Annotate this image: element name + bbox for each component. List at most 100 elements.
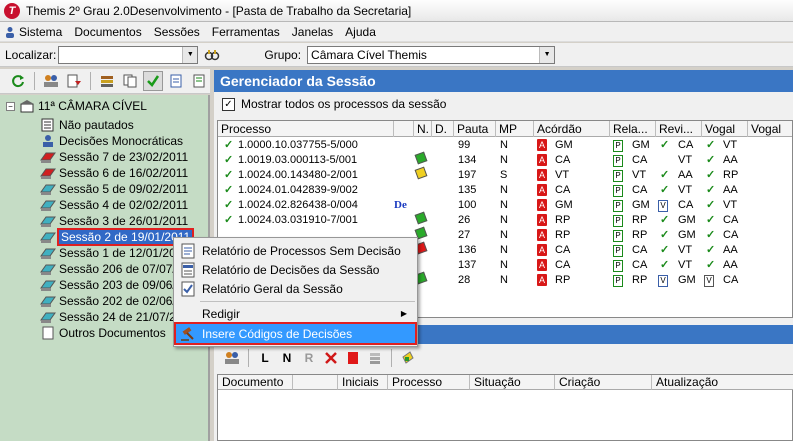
tree-item[interactable]: Sessão 24 de 21/07/20	[40, 309, 182, 325]
transfer-button[interactable]	[64, 71, 84, 91]
column-criacao[interactable]: Criação	[555, 375, 652, 390]
checklist-button[interactable]	[166, 71, 186, 91]
tree-item[interactable]: Sessão 203 de 09/06/2	[40, 277, 182, 293]
table-row[interactable]: ✓ 1.0024.03.031910-7/001 26 N A RP P RP ✓ GM ✓ CA	[218, 211, 792, 228]
column-pauta[interactable]: Pauta	[454, 121, 496, 137]
stack-gray-button[interactable]	[366, 349, 384, 367]
processo-cell: 1.0000.10.037755-5/000	[238, 139, 358, 151]
chevron-down-icon[interactable]: ▼	[539, 46, 555, 63]
tree-root[interactable]: − 11ª CÂMARA CÍVEL	[6, 98, 147, 114]
tree-item[interactable]: Sessão 202 de 02/06/2	[40, 293, 182, 309]
show-all-checkbox[interactable]: ✓	[222, 97, 235, 111]
r-button[interactable]: R	[300, 349, 318, 367]
column-n[interactable]: N.	[414, 121, 432, 137]
vogal-cell: CA	[723, 214, 739, 226]
tree-item-label: Sessão 7 de 23/02/2011	[59, 150, 189, 164]
add-document-button[interactable]	[223, 349, 241, 367]
tree-item[interactable]: Sessão 1 de 12/01/20	[40, 245, 176, 261]
column-iniciais[interactable]: Iniciais	[338, 375, 388, 390]
revisor-cell: VT	[678, 184, 693, 196]
menu-ajuda[interactable]: Ajuda	[339, 25, 382, 39]
menu-sistema[interactable]: Sistema	[0, 25, 68, 39]
column-processo[interactable]: Processo	[218, 121, 394, 137]
grupo-select[interactable]: Câmara Cível Themis ▼	[307, 45, 556, 64]
vogal-cell: AA	[723, 184, 738, 196]
chevron-down-icon[interactable]: ▼	[182, 46, 198, 63]
tree-item-label: Decisões Monocráticas	[59, 134, 184, 148]
column-vogal-1[interactable]: Vogal	[702, 121, 748, 137]
column-blank[interactable]	[394, 121, 414, 137]
collapse-icon[interactable]: −	[6, 101, 15, 111]
table-row[interactable]: ✓ 1.0019.03.000113-5/001 134 N A CA P CA VT ✓ AA	[218, 151, 792, 168]
tree-item[interactable]: Sessão 5 de 09/02/2011	[40, 181, 188, 197]
pauta-cell: 137	[458, 259, 477, 271]
menu-item-insere-codigos[interactable]: Insere Códigos de Decisões	[174, 322, 417, 345]
tree-item[interactable]: Sessão 7 de 23/02/2011	[40, 149, 188, 165]
vogal-cell: CA	[723, 229, 739, 241]
copy-button[interactable]	[120, 71, 140, 91]
column-mp[interactable]: MP	[496, 121, 534, 137]
column-revisor[interactable]: Revi...	[656, 121, 702, 137]
table-row[interactable]: ✓ 1.0000.10.037755-5/000 99 N A GM P GM ✓ CA ✓ VT	[218, 138, 792, 153]
refresh-button[interactable]	[8, 71, 28, 91]
menu-ferramentas[interactable]: Ferramentas	[206, 25, 286, 39]
acordao-badge-icon: A	[537, 184, 547, 196]
column-atualizacao[interactable]: Atualização	[652, 375, 793, 390]
column-acordao[interactable]: Acórdão	[534, 121, 610, 137]
table-row[interactable]: ✓ 1.0024.00.143480-2/001 197 S A VT P VT ✓ AA ✓ RP	[218, 166, 792, 183]
column-situacao[interactable]: Situação	[470, 375, 555, 390]
stack-books-icon	[101, 76, 113, 87]
menu-sessoes[interactable]: Sessões	[148, 25, 206, 39]
check-button[interactable]	[143, 71, 163, 91]
delete-button[interactable]	[322, 349, 340, 367]
column-vogal-2[interactable]: Vogal	[748, 121, 792, 137]
list-icon	[41, 118, 54, 132]
tree-item-selected[interactable]: Sessão 2 de 19/01/2011	[40, 228, 195, 246]
check-icon: ✓	[660, 184, 670, 196]
revisor-cell: CA	[678, 139, 694, 151]
tree-root-label: 11ª CÂMARA CÍVEL	[38, 99, 147, 113]
vogal-cell: AA	[723, 154, 738, 166]
menu-item-relatorio-geral[interactable]: Relatório Geral da Sessão	[176, 279, 415, 298]
column-d[interactable]: D.	[432, 121, 454, 137]
check-icon: ✓	[706, 154, 716, 166]
tree-item[interactable]: Sessão 4 de 02/02/2011	[40, 197, 188, 213]
l-button[interactable]: L	[256, 349, 274, 367]
tree-item[interactable]: Sessão 3 de 26/01/2011	[40, 213, 188, 229]
stack-button[interactable]	[97, 71, 117, 91]
tree-item[interactable]: Outros Documentos	[40, 325, 166, 341]
people-icon	[225, 352, 239, 364]
red-document-button[interactable]	[344, 349, 362, 367]
document-button[interactable]	[189, 71, 209, 91]
red-document-icon	[348, 352, 358, 364]
tree-item[interactable]: Sessão 6 de 16/02/2011	[40, 165, 188, 181]
tree-item-label: Sessão 202 de 02/06/2	[59, 294, 183, 308]
show-all-toggle[interactable]: ✓ Mostrar todos os processos da sessão	[222, 97, 446, 111]
n-button[interactable]: N	[278, 349, 296, 367]
menu-janelas[interactable]: Janelas	[286, 25, 339, 39]
table-row[interactable]: ✓ 1.0024.02.826438-0/004 De 100 N A GM P GM V CA ✓ V…	[218, 198, 792, 213]
revisor-cell: AA	[678, 169, 693, 181]
binoculars-search-icon[interactable]	[204, 47, 220, 63]
session-teal-icon	[40, 264, 56, 275]
tree-item[interactable]: Não pautados	[40, 117, 134, 133]
column-documento[interactable]: Documento	[218, 375, 293, 390]
localizar-combobox[interactable]: ▼	[58, 45, 199, 64]
tree-item[interactable]: Sessão 206 de 07/07/2	[40, 261, 182, 277]
relator-cell: CA	[632, 154, 648, 166]
menu-item-relatorio-sem-decisao[interactable]: Relatório de Processos Sem Decisão	[176, 241, 415, 260]
session-button[interactable]	[41, 71, 61, 91]
menu-item-redigir[interactable]: Redigir ▶	[176, 304, 415, 323]
check-icon: ✓	[706, 259, 716, 271]
table-row[interactable]: ✓ 1.0024.01.042839-9/002 135 N A CA P CA ✓ VT ✓ AA	[218, 183, 792, 198]
vogal-cell: RP	[723, 169, 739, 181]
tree-item[interactable]: Decisões Monocráticas	[40, 133, 183, 149]
column-blank-doc[interactable]	[293, 375, 338, 390]
menu-item-relatorio-decisoes[interactable]: Relatório de Decisões da Sessão	[176, 260, 415, 279]
check-icon: ✓	[224, 169, 234, 181]
column-processo-doc[interactable]: Processo	[388, 375, 470, 390]
column-relator[interactable]: Rela...	[610, 121, 656, 137]
menu-documentos[interactable]: Documentos	[68, 25, 147, 39]
check-icon: ✓	[224, 214, 234, 226]
flag-button[interactable]	[399, 349, 417, 367]
